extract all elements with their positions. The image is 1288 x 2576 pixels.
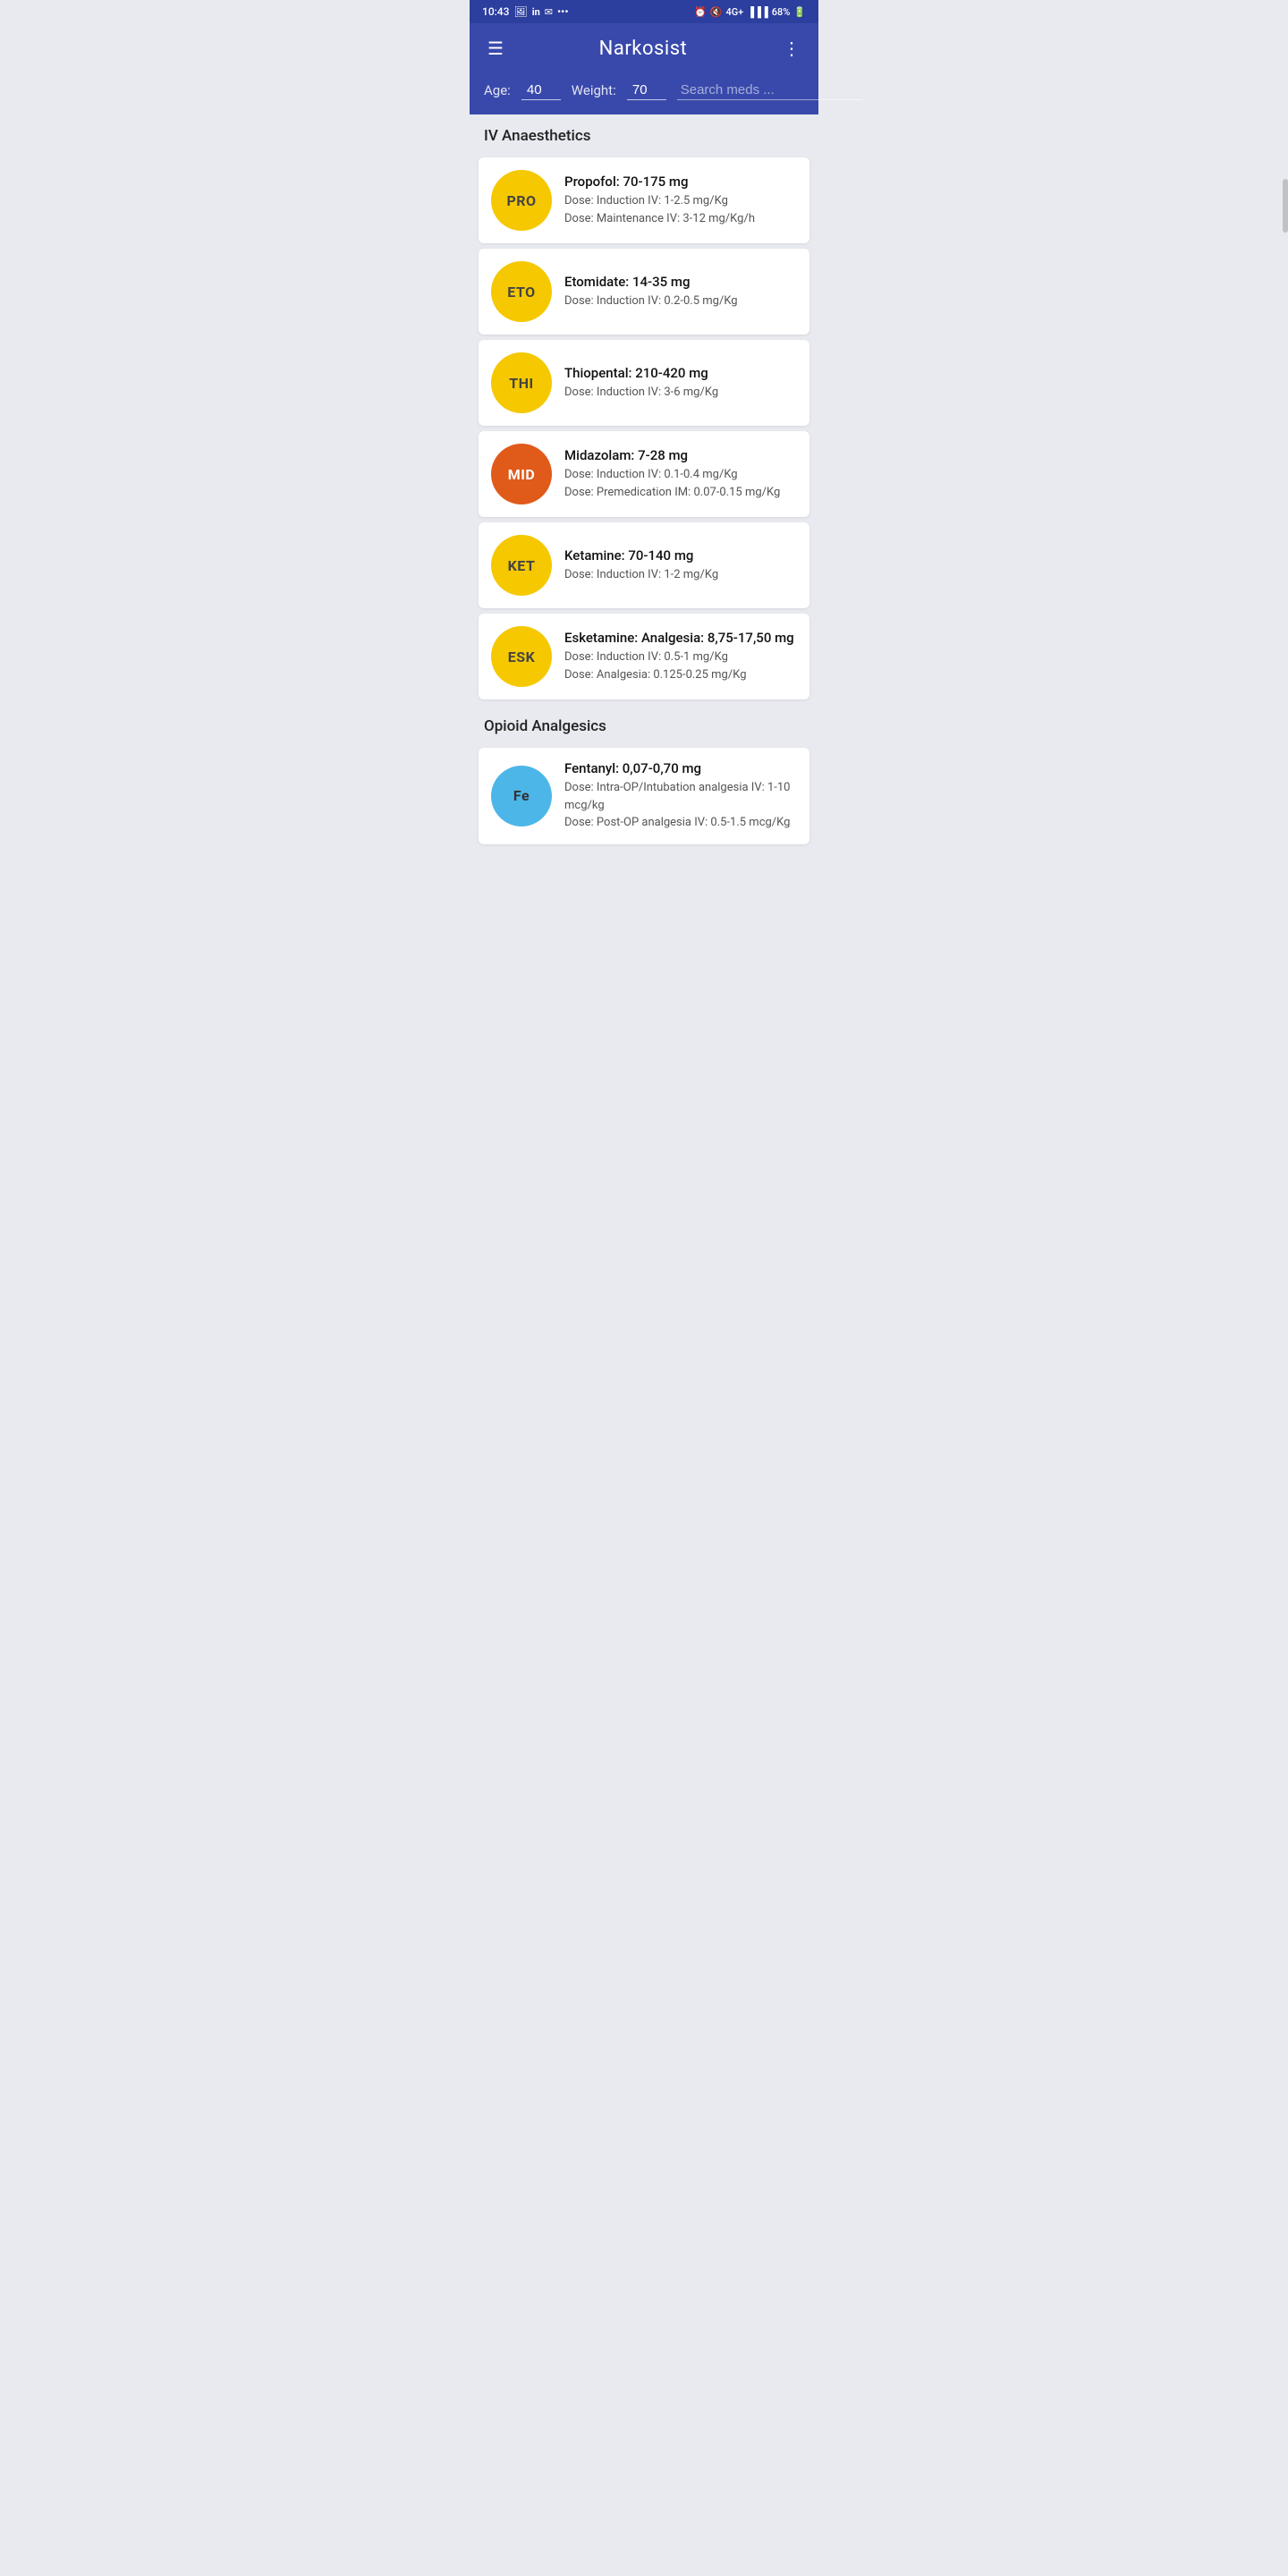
sections-container: IV Anaesthetics PRO Propofol: 70-175 mg Dos…	[470, 114, 818, 844]
med-title-propofol: Propofol: 70-175 mg	[564, 174, 797, 190]
status-right: ⏰ 🔇 4G+ ▐▐▐ 68% 🔋	[694, 6, 806, 18]
med-badge-thiopental: THI	[491, 352, 552, 413]
mute-icon: 🔇	[710, 6, 723, 18]
med-title-etomidate: Etomidate: 14-35 mg	[564, 274, 797, 290]
med-card-ketamine[interactable]: KET Ketamine: 70-140 mg Dose: Induction IV…	[479, 522, 809, 608]
med-card-propofol[interactable]: PRO Propofol: 70-175 mg Dose: Induction IV…	[479, 157, 809, 243]
med-dose-midazolam: Dose: Induction IV: 0.1-0.4 mg/Kg Dose: …	[564, 466, 797, 501]
med-dose-etomidate: Dose: Induction IV: 0.2-0.5 mg/Kg	[564, 292, 797, 310]
section-header-opioid-analgesics: Opioid Analgesics	[470, 705, 818, 742]
section-header-iv-anaesthetics: IV Anaesthetics	[470, 114, 818, 152]
status-left: 10:43 🖼 in ✉ •••	[482, 5, 569, 18]
med-badge-etomidate: ETO	[491, 261, 552, 322]
med-dose-fentanyl: Dose: Intra-OP/Intubation analgesia IV: …	[564, 779, 797, 832]
med-info-propofol: Propofol: 70-175 mg Dose: Induction IV: 1…	[564, 174, 797, 227]
signal-icon: ▐▐▐	[747, 6, 767, 18]
weight-input[interactable]	[627, 80, 666, 100]
med-title-midazolam: Midazolam: 7-28 mg	[564, 447, 797, 463]
med-dose-ketamine: Dose: Induction IV: 1-2 mg/Kg	[564, 566, 797, 584]
med-badge-fentanyl: Fe	[491, 766, 552, 826]
app-title: Narkosist	[599, 38, 688, 60]
age-input[interactable]	[521, 80, 561, 100]
linkedin-icon: in	[532, 6, 540, 18]
sub-header: Age: Weight:	[470, 73, 818, 114]
med-info-thiopental: Thiopental: 210-420 mg Dose: Induction IV…	[564, 365, 797, 402]
med-card-esketamine[interactable]: ESK Esketamine: Analgesia: 8,75-17,50 mg D…	[479, 614, 809, 699]
med-dose-propofol: Dose: Induction IV: 1-2.5 mg/Kg Dose: Ma…	[564, 192, 797, 227]
network-type: 4G+	[725, 6, 743, 18]
med-badge-esketamine: ESK	[491, 626, 552, 687]
alarm-icon: ⏰	[694, 6, 707, 18]
med-badge-ketamine: KET	[491, 535, 552, 596]
med-card-thiopental[interactable]: THI Thiopental: 210-420 mg Dose: Induction…	[479, 340, 809, 426]
med-info-ketamine: Ketamine: 70-140 mg Dose: Induction IV: 1…	[564, 547, 797, 584]
search-meds-input[interactable]	[677, 80, 862, 100]
menu-button[interactable]: ☰	[484, 34, 507, 63]
med-card-midazolam[interactable]: MID Midazolam: 7-28 mg Dose: Induction IV:…	[479, 431, 809, 517]
weight-label: Weight:	[572, 82, 616, 98]
battery-level: 68%	[772, 6, 791, 18]
med-card-etomidate[interactable]: ETO Etomidate: 14-35 mg Dose: Induction IV…	[479, 249, 809, 335]
med-info-midazolam: Midazolam: 7-28 mg Dose: Induction IV: 0.…	[564, 447, 797, 501]
med-badge-propofol: PRO	[491, 170, 552, 231]
med-info-etomidate: Etomidate: 14-35 mg Dose: Induction IV: 0…	[564, 274, 797, 310]
med-title-esketamine: Esketamine: Analgesia: 8,75-17,50 mg	[564, 630, 797, 646]
app-bar: ☰ Narkosist ⋮	[470, 23, 818, 73]
status-time: 10:43	[482, 5, 509, 18]
scroll-indicator	[1283, 179, 1288, 233]
med-badge-midazolam: MID	[491, 444, 552, 504]
med-dose-thiopental: Dose: Induction IV: 3-6 mg/Kg	[564, 384, 797, 402]
battery-icon: 🔋	[793, 6, 806, 18]
med-info-esketamine: Esketamine: Analgesia: 8,75-17,50 mg Dose…	[564, 630, 797, 683]
med-title-thiopental: Thiopental: 210-420 mg	[564, 365, 797, 381]
med-title-ketamine: Ketamine: 70-140 mg	[564, 547, 797, 564]
status-bar: 10:43 🖼 in ✉ ••• ⏰ 🔇 4G+ ▐▐▐ 68% 🔋	[470, 0, 818, 23]
med-card-fentanyl[interactable]: Fe Fentanyl: 0,07-0,70 mg Dose: Intra-OP/I…	[479, 748, 809, 844]
more-status-icon: •••	[557, 5, 569, 18]
med-title-fentanyl: Fentanyl: 0,07-0,70 mg	[564, 760, 797, 776]
gmail-icon: ✉	[545, 6, 553, 18]
gallery-icon: 🖼	[513, 5, 527, 18]
age-label: Age:	[484, 82, 511, 98]
med-dose-esketamine: Dose: Induction IV: 0.5-1 mg/Kg Dose: An…	[564, 648, 797, 683]
more-options-button[interactable]: ⋮	[779, 34, 804, 63]
med-info-fentanyl: Fentanyl: 0,07-0,70 mg Dose: Intra-OP/Int…	[564, 760, 797, 832]
